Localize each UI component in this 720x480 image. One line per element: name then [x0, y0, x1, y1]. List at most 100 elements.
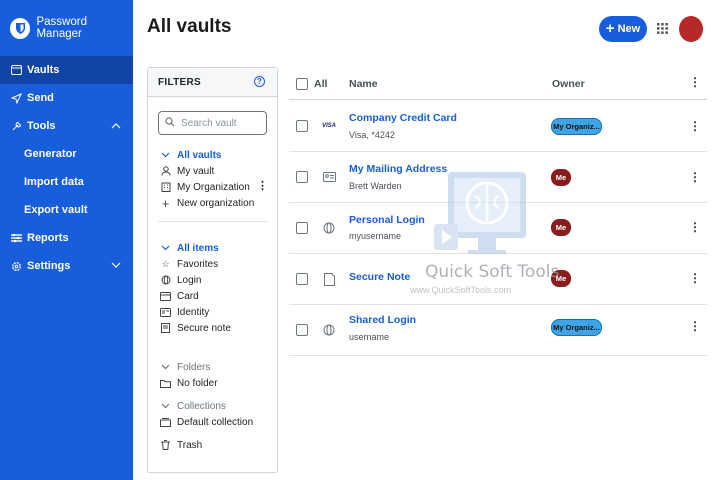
filters-panel: FILTERS ? Search vault All vaults My vau…	[147, 67, 278, 473]
row-checkbox[interactable]	[296, 171, 308, 183]
send-icon	[10, 92, 22, 104]
brand[interactable]: Password Manager	[0, 0, 133, 56]
row-checkbox[interactable]	[296, 324, 308, 336]
filter-my-vault[interactable]: My vault	[160, 164, 214, 178]
filter-label: Identity	[177, 306, 210, 318]
item-name-link[interactable]: Personal Login	[349, 214, 425, 226]
table-row[interactable]: Shared Login username My Organiz... ⋮	[289, 305, 707, 356]
organization-options-icon[interactable]: ⋮	[257, 179, 268, 192]
id-card-icon	[160, 307, 171, 318]
filter-label: Trash	[177, 439, 203, 451]
owner-badge: My Organiz...	[551, 118, 602, 135]
sidebar-subitem-export-vault[interactable]: Export vault	[0, 196, 133, 224]
row-options-icon[interactable]: ⋮	[689, 319, 701, 333]
chevron-down-icon	[160, 243, 171, 254]
row-checkbox[interactable]	[296, 273, 308, 285]
folders-heading[interactable]: Folders	[160, 360, 210, 374]
item-subtitle: username	[349, 332, 390, 342]
select-all-checkbox[interactable]	[296, 78, 308, 90]
visa-card-icon: VISA	[321, 123, 336, 129]
search-icon	[165, 116, 175, 130]
filter-all-vaults[interactable]: All vaults	[160, 148, 221, 162]
item-name-link[interactable]: Company Credit Card	[349, 112, 457, 124]
item-name-link[interactable]: Shared Login	[349, 314, 416, 326]
trash-icon	[160, 440, 171, 451]
row-options-icon[interactable]: ⋮	[689, 119, 701, 133]
sidebar-subitem-import-data[interactable]: Import data	[0, 168, 133, 196]
sidebar-item-tools[interactable]: Tools	[0, 112, 133, 140]
sidebar-item-vaults[interactable]: Vaults	[0, 56, 133, 84]
collection-icon	[160, 417, 171, 428]
plus-icon: +	[605, 20, 615, 37]
filter-label: Folders	[177, 361, 211, 373]
globe-icon	[321, 322, 337, 338]
building-icon	[160, 182, 171, 193]
table-row[interactable]: VISA Company Credit Card Visa, *4242 My …	[289, 101, 707, 152]
filter-label: All vaults	[177, 149, 222, 161]
row-options-icon[interactable]: ⋮	[689, 220, 701, 234]
sidebar-item-label: Settings	[27, 260, 71, 272]
wrench-icon	[10, 120, 22, 132]
collections-heading[interactable]: Collections	[160, 399, 226, 413]
filter-login[interactable]: Login	[160, 273, 201, 287]
filter-card[interactable]: Card	[160, 289, 199, 303]
filter-label: Login	[177, 274, 202, 286]
star-icon: ☆	[161, 258, 170, 269]
filter-trash[interactable]: Trash	[160, 438, 202, 452]
search-vault-input[interactable]: Search vault	[158, 111, 267, 135]
identity-card-icon	[321, 169, 337, 185]
gear-icon	[10, 260, 22, 272]
sidebar-item-send[interactable]: Send	[0, 84, 133, 112]
filter-identity[interactable]: Identity	[160, 305, 209, 319]
watermark-url: www.QuickSoftTools.com	[410, 285, 512, 295]
note-icon	[321, 271, 337, 287]
filter-label: All items	[177, 242, 219, 254]
avatar[interactable]	[679, 16, 703, 42]
chevron-down-icon	[160, 401, 171, 412]
page-title: All vaults	[147, 16, 232, 37]
sidebar-subitem-generator[interactable]: Generator	[0, 140, 133, 168]
filter-label: Secure note	[177, 322, 231, 334]
vault-icon	[10, 64, 22, 76]
divider	[158, 221, 268, 222]
filter-label: My vault	[177, 165, 215, 177]
owner-badge: My Organiz...	[551, 319, 602, 336]
item-name-link[interactable]: Secure Note	[349, 271, 410, 283]
globe-icon	[160, 275, 171, 286]
sidebar-item-reports[interactable]: Reports	[0, 224, 133, 252]
sidebar-item-settings[interactable]: Settings	[0, 252, 133, 280]
chevron-down-icon	[160, 150, 171, 161]
filters-title: FILTERS	[158, 76, 202, 88]
filters-header: FILTERS ?	[148, 68, 277, 97]
table-options-icon[interactable]: ⋮	[689, 75, 701, 89]
filter-default-collection[interactable]: Default collection	[160, 415, 253, 429]
filter-label: My Organization	[177, 181, 250, 193]
help-icon[interactable]: ?	[254, 76, 265, 87]
col-owner-header[interactable]: Owner	[552, 78, 585, 90]
filter-all-items[interactable]: All items	[160, 241, 219, 255]
chevron-up-icon[interactable]	[111, 120, 121, 132]
watermark-title: Quick Soft Tools	[425, 262, 560, 282]
filter-secure-note[interactable]: Secure note	[160, 321, 231, 335]
credit-card-icon	[160, 291, 171, 302]
filter-label: Card	[177, 290, 199, 302]
filter-new-organization[interactable]: + New organization	[160, 195, 255, 211]
sidebar-item-label: Send	[27, 92, 54, 104]
row-options-icon[interactable]: ⋮	[689, 170, 701, 184]
row-options-icon[interactable]: ⋮	[689, 271, 701, 285]
app-grid-icon[interactable]	[657, 23, 668, 34]
filter-no-folder[interactable]: No folder	[160, 376, 218, 390]
plus-icon: +	[161, 195, 170, 211]
new-button[interactable]: + New	[599, 16, 647, 42]
table-header: All Name Owner ⋮	[289, 67, 707, 100]
col-name-header[interactable]: Name	[349, 78, 378, 90]
note-icon	[160, 323, 171, 334]
row-checkbox[interactable]	[296, 222, 308, 234]
filter-favorites[interactable]: ☆ Favorites	[160, 257, 218, 271]
item-subtitle: Brett Warden	[349, 181, 402, 191]
filter-my-organization[interactable]: My Organization	[160, 180, 250, 194]
row-checkbox[interactable]	[296, 120, 308, 132]
search-placeholder: Search vault	[181, 117, 237, 129]
chevron-down-icon[interactable]	[111, 260, 121, 272]
folder-icon	[160, 378, 171, 389]
